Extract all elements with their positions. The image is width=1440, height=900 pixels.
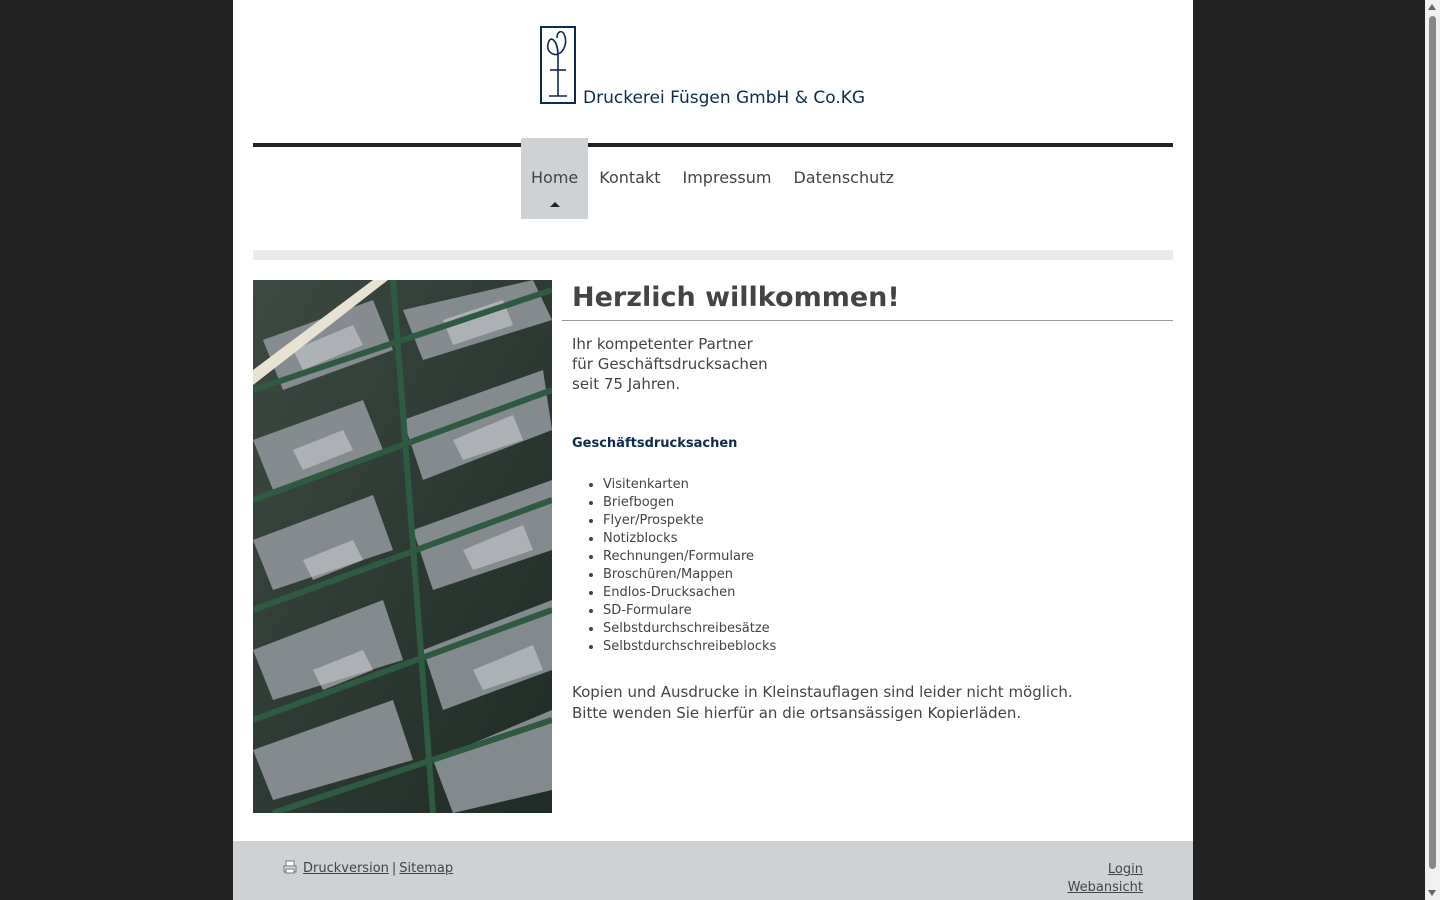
nav-item-home[interactable]: Home <box>521 138 589 219</box>
main-content: Herzlich willkommen! Ihr kompetenter Par… <box>562 280 1173 724</box>
intro-text: Ihr kompetenter Partner für Geschäftsdru… <box>572 334 1173 394</box>
letterpress-type-case-photo <box>253 280 552 813</box>
print-version-link[interactable]: Druckversion <box>303 861 389 876</box>
nav-item-impressum[interactable]: Impressum <box>672 138 783 219</box>
site-footer: Druckversion | Sitemap Login Webansicht <box>233 841 1193 900</box>
list-item: Briefbogen <box>603 494 1173 512</box>
intro-line: seit 75 Jahren. <box>572 375 681 393</box>
main-navigation: Home Kontakt Impressum Datenschutz <box>521 138 905 219</box>
login-link[interactable]: Login <box>1108 862 1143 877</box>
scroll-up-arrow-icon[interactable] <box>1428 4 1436 10</box>
printer-icon[interactable] <box>283 860 297 874</box>
fuesgen-monogram-logo-icon <box>540 26 576 104</box>
webview-link[interactable]: Webansicht <box>1068 880 1143 895</box>
scrollbar-thumb[interactable] <box>1429 16 1436 869</box>
nav-item-label: Kontakt <box>599 168 661 187</box>
title-divider <box>562 320 1173 321</box>
page-container: Druckerei Füsgen GmbH & Co.KG Home Konta… <box>233 0 1193 900</box>
type-case-illustration <box>253 280 552 813</box>
nav-item-datenschutz[interactable]: Datenschutz <box>782 138 904 219</box>
vertical-scrollbar[interactable] <box>1425 0 1440 900</box>
notice-text: Kopien und Ausdrucke in Kleinstauflagen … <box>572 682 1173 724</box>
company-name: Druckerei Füsgen GmbH & Co.KG <box>583 88 866 108</box>
scroll-down-arrow-icon[interactable] <box>1428 890 1436 896</box>
list-item: Visitenkarten <box>603 476 1173 494</box>
list-item: Broschüren/Mappen <box>603 566 1173 584</box>
list-item: Endlos-Drucksachen <box>603 584 1173 602</box>
nav-item-kontakt[interactable]: Kontakt <box>588 138 671 219</box>
content-separator-band <box>253 250 1173 260</box>
footer-separator: | <box>391 861 397 876</box>
list-item: Selbstdurchschreibeblocks <box>603 638 1173 656</box>
services-heading: Geschäftsdrucksachen <box>572 436 738 451</box>
nav-item-label: Impressum <box>682 168 772 187</box>
notice-line: Bitte wenden Sie hierfür an die ortsansä… <box>572 704 1022 722</box>
list-item: Rechnungen/Formulare <box>603 548 1173 566</box>
page-title: Herzlich willkommen! <box>572 282 900 313</box>
list-item: SD-Formulare <box>603 602 1173 620</box>
services-list: Visitenkarten Briefbogen Flyer/Prospekte… <box>572 476 1173 656</box>
nav-item-label: Home <box>531 168 579 187</box>
sitemap-link[interactable]: Sitemap <box>399 861 453 876</box>
nav-item-label: Datenschutz <box>793 168 894 187</box>
footer-left-links: Druckversion | Sitemap <box>283 860 453 876</box>
active-caret-icon <box>549 202 560 207</box>
intro-line: für Geschäftsdrucksachen <box>572 355 768 373</box>
list-item: Selbstdurchschreibesätze <box>603 620 1173 638</box>
list-item: Flyer/Prospekte <box>603 512 1173 530</box>
footer-right-links: Login Webansicht <box>1068 861 1143 897</box>
list-item: Notizblocks <box>603 530 1173 548</box>
intro-line: Ihr kompetenter Partner <box>572 335 753 353</box>
notice-line: Kopien und Ausdrucke in Kleinstauflagen … <box>572 683 1073 701</box>
